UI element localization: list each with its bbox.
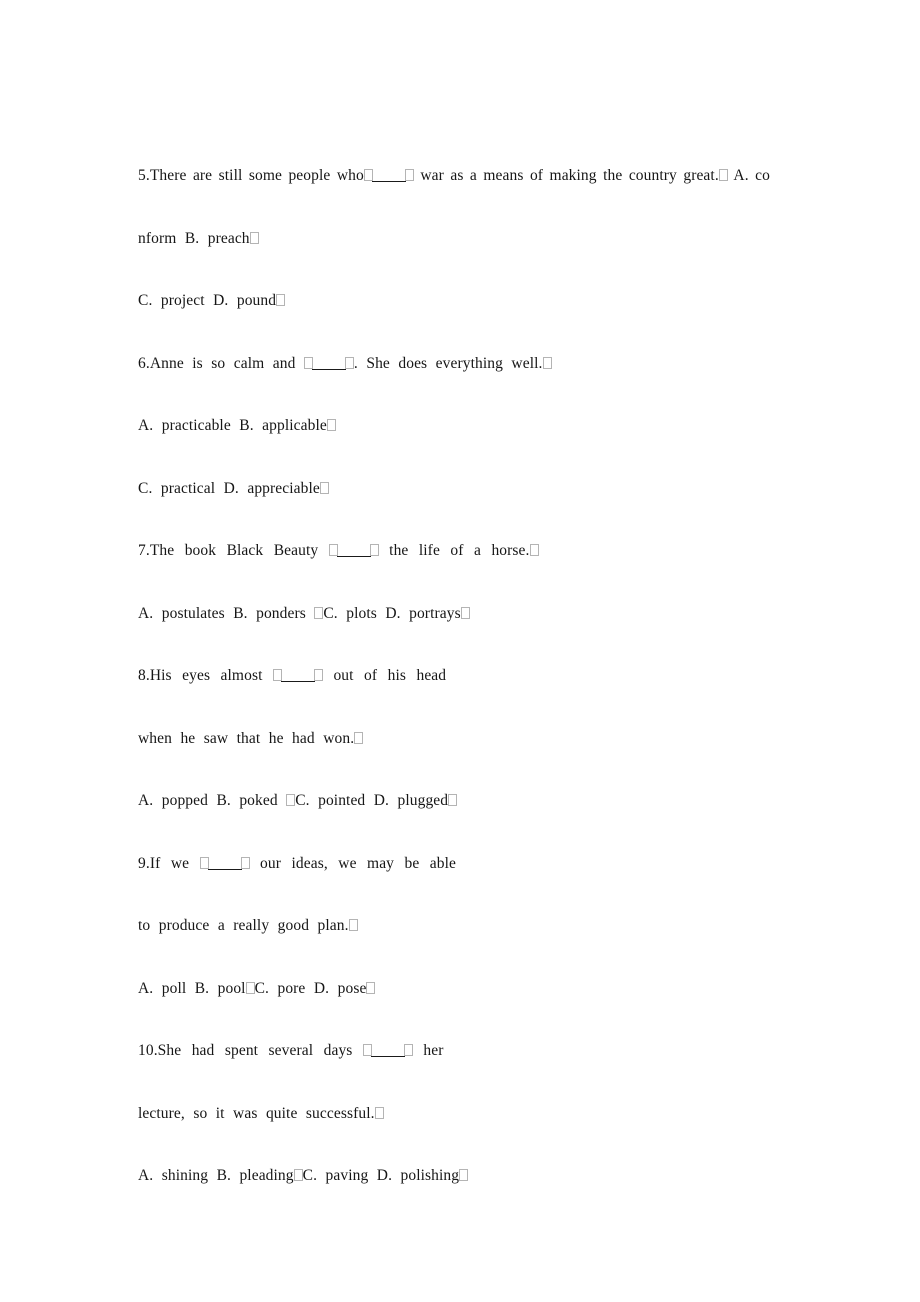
missing-glyph-box-icon — [374, 1106, 384, 1119]
missing-glyph-box-icon — [286, 794, 296, 806]
question-block-q6-options-ab: A. practicable B. applicable — [138, 418, 792, 481]
option-text-cd: C. plots D. portrays — [323, 604, 461, 622]
missing-glyph-box-icon — [245, 981, 255, 994]
option-text: A. practicable B. applicable — [138, 417, 327, 434]
answer-blank — [311, 358, 346, 370]
stem-text-before-blank: 6.Anne is so calm and — [138, 354, 304, 372]
missing-glyph-box-icon — [718, 169, 728, 181]
option-text-ab: A. shining B. pleading — [138, 1167, 294, 1184]
option-text-cd: C. pore D. pose — [254, 979, 367, 997]
stem-text-continuation: when he saw that he had won. — [138, 729, 355, 747]
stem-text-before-blank: 7.The book Black Beauty — [138, 542, 329, 559]
question-block-q10-options: A. shining B. pleading C. paving D. polis… — [138, 1168, 792, 1231]
missing-glyph-box-icon — [366, 981, 376, 994]
option-text-ab: A. popped B. poked — [138, 792, 287, 809]
missing-glyph-box-icon — [326, 419, 336, 431]
answer-blank — [207, 858, 242, 870]
missing-glyph-box-icon — [249, 231, 259, 244]
missing-glyph-box-icon — [529, 544, 539, 556]
stem-trailing-option: A. co — [727, 167, 771, 184]
missing-glyph-box-icon — [319, 481, 329, 494]
stem-text-after-blank: . She does everything well. — [353, 354, 543, 372]
stem-text-before-blank: 5.There are still some people who — [138, 167, 364, 184]
question-block-q5-stem: 5.There are still some people who war as… — [138, 168, 792, 293]
missing-glyph-box-icon — [404, 169, 414, 181]
question-block-q10-stem-line2: lecture, so it was quite successful. — [138, 1104, 792, 1169]
stem-text-continuation: to produce a really good plan. — [138, 917, 349, 934]
question-block-q10-stem-line1: 10.She had spent several days her — [138, 1043, 792, 1106]
question-block-q8-options: A. popped B. poked C. pointed D. plugged — [138, 793, 792, 856]
stem-text-after-blank: the life of a horse. — [378, 542, 530, 559]
option-text: C. project D. pound — [138, 292, 277, 309]
text-line-continuation: nform B. preach — [138, 229, 792, 294]
text-line: 5.There are still some people who war as… — [138, 168, 792, 231]
missing-glyph-box-icon — [313, 669, 323, 681]
missing-glyph-box-icon — [293, 1169, 303, 1181]
stem-text-before-blank: 9.If we — [138, 854, 200, 872]
missing-glyph-box-icon — [542, 356, 552, 369]
missing-glyph-box-icon — [448, 794, 458, 806]
missing-glyph-box-icon — [459, 1169, 469, 1181]
answer-blank — [370, 1045, 405, 1057]
stem-text-after-blank: our ideas, we may be able — [249, 854, 457, 872]
option-text: nform B. preach — [138, 229, 250, 247]
answer-blank — [280, 670, 315, 682]
question-block-q9-stem-line1: 9.If we our ideas, we may be able — [138, 854, 792, 919]
question-block-q9-options: A. poll B. pool C. pore D. pose — [138, 979, 792, 1044]
missing-glyph-box-icon — [344, 356, 354, 369]
option-text-cd: C. paving D. polishing — [302, 1167, 460, 1184]
option-text: C. practical D. appreciable — [138, 479, 320, 497]
stem-text-before-blank: 10.She had spent several days — [138, 1042, 363, 1059]
missing-glyph-box-icon — [240, 856, 250, 869]
option-text-cd: C. pointed D. plugged — [295, 792, 449, 809]
answer-blank — [336, 545, 371, 557]
question-block-q8-stem-line1: 8.His eyes almost out of his head — [138, 668, 792, 731]
stem-text-after-blank: war as a means of making the country gre… — [413, 167, 719, 184]
question-block-q6-options-cd: C. practical D. appreciable — [138, 479, 792, 544]
missing-glyph-box-icon — [314, 606, 324, 619]
answer-blank — [371, 170, 406, 182]
missing-glyph-box-icon — [403, 1044, 413, 1056]
question-block-q7-options: A. postulates B. ponders C. plots D. por… — [138, 604, 792, 669]
stem-text-before-blank: 8.His eyes almost — [138, 667, 273, 684]
question-block-q5-options-cd: C. project D. pound — [138, 293, 792, 356]
question-block-q8-stem-line2: when he saw that he had won. — [138, 729, 792, 794]
question-block-q7-stem: 7.The book Black Beauty the life of a ho… — [138, 543, 792, 606]
option-text-ab: A. poll B. pool — [138, 979, 246, 997]
question-block-q9-stem-line2: to produce a really good plan. — [138, 918, 792, 981]
document-body: 5.There are still some people who war as… — [138, 168, 792, 1231]
stem-text-after-blank: out of his head — [322, 667, 447, 684]
option-text-ab: A. postulates B. ponders — [138, 604, 315, 622]
document-page: 5.There are still some people who war as… — [0, 0, 920, 1302]
missing-glyph-box-icon — [460, 606, 470, 619]
missing-glyph-box-icon — [276, 294, 286, 306]
stem-text-after-blank: her — [412, 1042, 444, 1059]
missing-glyph-box-icon — [354, 731, 364, 744]
missing-glyph-box-icon — [369, 544, 379, 556]
missing-glyph-box-icon — [348, 919, 358, 931]
stem-text-continuation: lecture, so it was quite successful. — [138, 1104, 375, 1122]
question-block-q6-stem: 6.Anne is so calm and . She does everyth… — [138, 354, 792, 419]
